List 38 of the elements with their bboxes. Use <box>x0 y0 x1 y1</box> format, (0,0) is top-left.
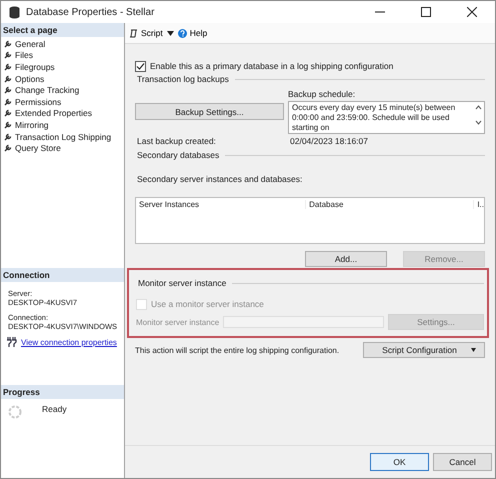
group-title: Transaction log backups <box>137 74 229 84</box>
help-button[interactable]: Help <box>178 28 208 38</box>
page-item[interactable]: Transaction Log Shipping <box>1 130 124 142</box>
window-title: Database Properties - Stellar <box>26 6 154 18</box>
page-item[interactable]: Change Tracking <box>1 84 124 96</box>
script-note: This action will script the entire log shipping configuration. <box>135 346 340 354</box>
script-button[interactable]: Script <box>129 28 163 38</box>
page-item[interactable]: Query Store <box>1 142 124 154</box>
page-item[interactable]: Files <box>1 50 124 62</box>
progress-status: Ready <box>42 404 67 414</box>
checkbox-label: Use a monitor server instance <box>151 299 264 309</box>
column-header[interactable]: Database <box>306 200 474 208</box>
last-backup-value: 02/04/2023 18:16:07 <box>290 136 368 146</box>
dialog-button[interactable]: OK <box>370 453 429 471</box>
page-item[interactable]: Options <box>1 72 124 84</box>
field-label: Secondary server instances and databases: <box>136 174 304 186</box>
column-header[interactable]: Server Instances <box>136 200 306 208</box>
field-label: Monitor server instance <box>136 318 220 326</box>
list-button[interactable]: Add... <box>305 251 387 267</box>
field-label: Backup schedule: <box>288 89 356 101</box>
checkbox-label: Enable this as a primary database in a log shipping configuration <box>150 61 394 71</box>
section-header: Progress <box>1 385 124 399</box>
group-title: Secondary databases <box>137 150 220 160</box>
backup-settings-button[interactable]: Backup Settings... <box>135 103 284 120</box>
field-label: Last backup created: <box>136 136 217 146</box>
page-item[interactable]: Mirroring <box>1 119 124 131</box>
column-header[interactable]: I.. <box>474 200 484 208</box>
connection-properties-link[interactable]: View connection properties <box>21 338 117 346</box>
group-title: Monitor server instance <box>138 278 226 288</box>
page-item[interactable]: Permissions <box>1 96 124 108</box>
page-item[interactable]: General <box>1 38 124 50</box>
section-header: Connection <box>1 268 124 282</box>
dialog-button[interactable]: Cancel <box>433 453 492 471</box>
schedule-textbox: Occurs every day every 15 minute(s) between 0:00:00 and 23:59:00. Schedule will be used starting on <box>288 101 485 134</box>
page-item[interactable]: Filegroups <box>1 61 124 73</box>
script-configuration-button[interactable]: Script Configuration <box>363 342 485 358</box>
page-item[interactable]: Extended Properties <box>1 108 124 120</box>
section-header: Select a page <box>1 23 124 37</box>
